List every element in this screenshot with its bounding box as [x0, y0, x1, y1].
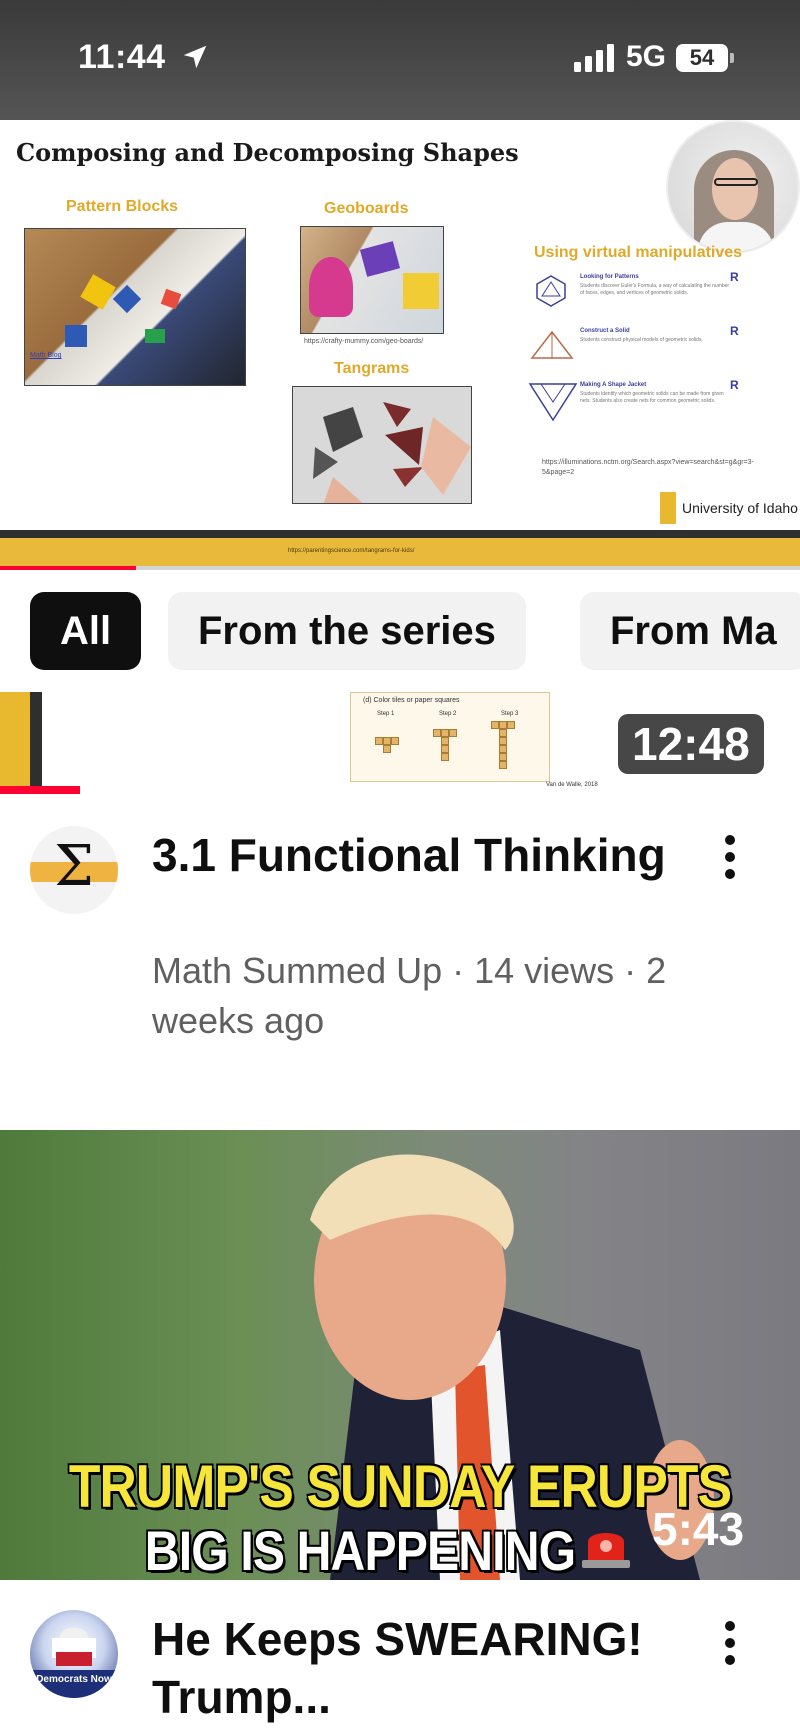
illuminations-url: https://illuminations.nctm.org/Search.as… — [542, 459, 754, 476]
thumb-gold-bar — [0, 692, 30, 786]
virtual-item-title: Looking for Patterns — [580, 274, 639, 280]
university-name: University of Idaho — [682, 500, 798, 516]
thumb-dark-bar — [30, 692, 42, 786]
section-pattern-blocks: Pattern Blocks — [66, 198, 179, 215]
geoboards-photo — [300, 226, 444, 334]
step-label: Step 1 — [377, 711, 395, 717]
tangram-pieces — [313, 402, 471, 503]
resource-r-icon: R — [730, 270, 739, 284]
solid-net-icon — [530, 330, 574, 359]
chip-from-channel[interactable]: From Ma — [580, 592, 800, 670]
video-duration-2: 5:43 — [652, 1503, 745, 1555]
university-logo: University of Idaho — [660, 492, 798, 524]
section-virtual-manipulatives: Using virtual manipulatives — [534, 244, 743, 261]
chip-from-the-series[interactable]: From the series — [168, 592, 526, 670]
virtual-item-title: Construct a Solid — [580, 328, 630, 334]
battery-icon: 54 — [676, 44, 728, 72]
status-bar: 11:44 5G 54 — [0, 0, 800, 120]
resource-r-icon: R — [730, 324, 739, 338]
color-tiles-figure: (d) Color tiles or paper squares Step 1 … — [350, 692, 550, 782]
resource-r-icon: R — [730, 378, 739, 392]
thumbnail-headline-1: TRUMP'S SUNDAY ERUPTS — [68, 1453, 732, 1520]
virtual-item-desc: Students identify which geometric solids… — [580, 391, 724, 404]
presenter-webcam — [666, 120, 800, 254]
tangrams-url: https://parentingscience.com/tangrams-fo… — [288, 548, 415, 554]
more-options-icon[interactable] — [712, 1618, 748, 1668]
watched-progress-bar — [0, 786, 80, 794]
player-progress-fill — [0, 566, 136, 570]
slide-title: Composing and Decomposing Shapes — [16, 138, 519, 167]
virtual-item-desc: Students construct physical models of ge… — [580, 337, 703, 343]
more-options-icon[interactable] — [712, 832, 748, 882]
idaho-i-mark — [660, 492, 676, 524]
figure-caption: (d) Color tiles or paper squares — [363, 697, 460, 704]
battery-level: 54 — [689, 45, 715, 70]
section-geoboards: Geoboards — [324, 200, 409, 217]
section-tangrams: Tangrams — [334, 360, 410, 377]
status-time: 11:44 — [78, 38, 166, 76]
virtual-item-desc: Students discover Euler's Formula, a way… — [580, 283, 730, 296]
cellular-signal-icon — [574, 44, 614, 72]
battery-cap — [730, 53, 734, 63]
channel-avatar-math-summed-up[interactable]: Σ — [30, 826, 118, 914]
step-label: Step 3 — [501, 711, 519, 717]
channel-avatar-democrats-now[interactable]: Democrats Now — [30, 1610, 118, 1698]
step-label: Step 2 — [439, 711, 457, 717]
video-player[interactable]: Composing and Decomposing Shapes Pattern… — [0, 120, 800, 570]
avatar-label: Democrats Now — [36, 1674, 112, 1685]
player-progress-bar[interactable] — [0, 566, 800, 570]
video-title-2[interactable]: He Keeps SWEARING! Trump... — [152, 1610, 692, 1726]
tangrams-photo — [292, 386, 472, 504]
network-type: 5G — [626, 40, 667, 73]
icosahedron-icon — [536, 275, 566, 307]
pattern-blocks-photo — [24, 228, 246, 386]
shape-jacket-icon — [528, 383, 578, 422]
location-arrow-icon — [183, 45, 207, 69]
geoboards-url: https://crafty-mummy.com/geo-boards/ — [304, 338, 424, 345]
sigma-icon: Σ — [54, 834, 94, 899]
virtual-item-title: Making A Shape Jacket — [580, 382, 647, 388]
video-duration-1: 12:48 — [618, 714, 764, 774]
filter-chips: All From the series From Ma — [0, 574, 800, 686]
chip-all[interactable]: All — [30, 592, 142, 670]
video-title-1[interactable]: 3.1 Functional Thinking — [152, 826, 692, 884]
siren-icon — [582, 1533, 630, 1568]
figure-credit: Van de Walle, 2018 — [546, 782, 598, 788]
video-channel-meta-1: Math Summed Up · 14 views · 2 weeks ago — [152, 950, 667, 1041]
math-blog-link[interactable]: Math Blog — [30, 352, 62, 359]
